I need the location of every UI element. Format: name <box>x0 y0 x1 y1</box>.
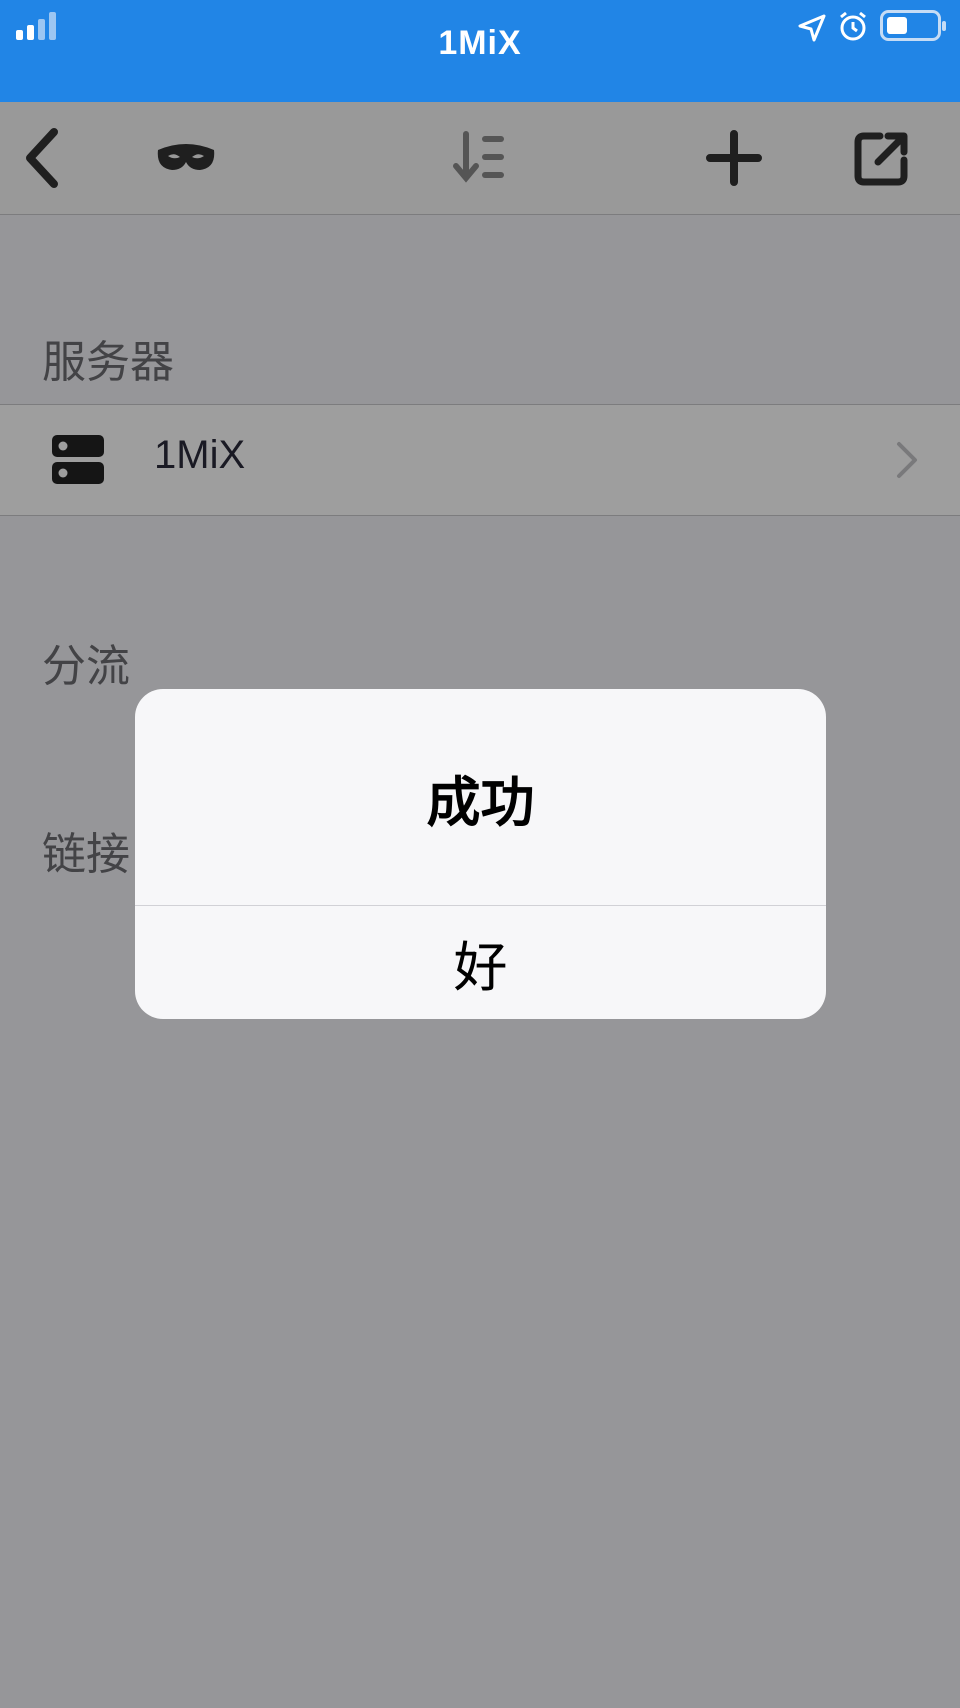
alarm-clock-icon <box>838 10 868 46</box>
battery-icon <box>880 10 948 46</box>
alert-dialog: 成功 好 <box>135 689 826 1019</box>
ok-button[interactable]: 好 <box>135 906 826 1019</box>
location-arrow-icon <box>798 14 826 46</box>
alert-title: 成功 <box>426 770 535 834</box>
status-bar: 1MiX <box>0 0 960 102</box>
